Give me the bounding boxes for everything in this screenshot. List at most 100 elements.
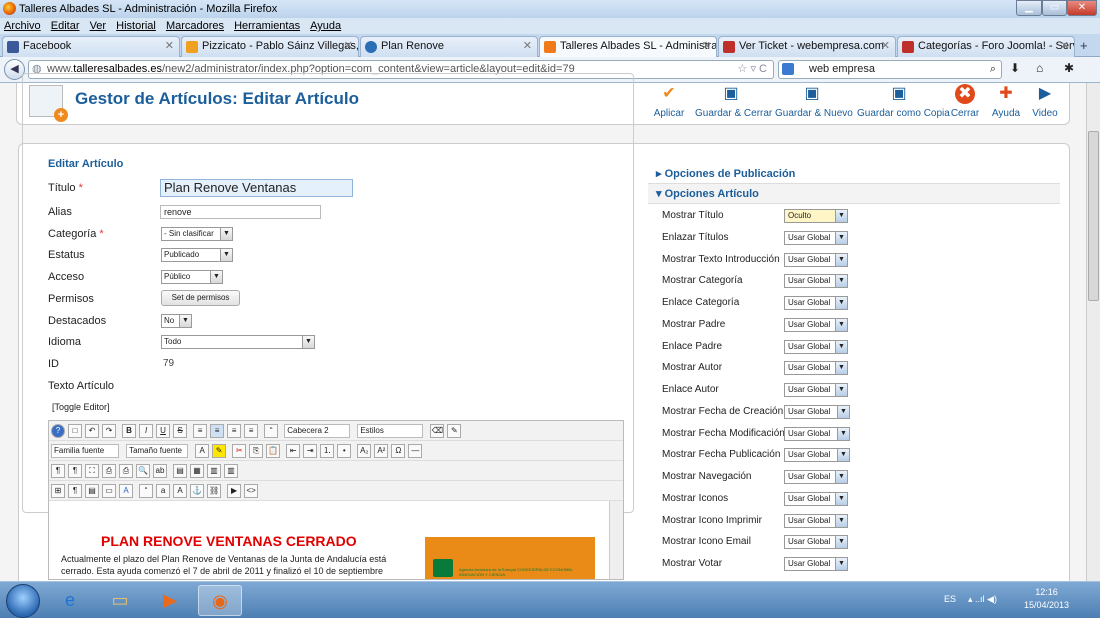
opciones-articulo-header[interactable]: ▾ Opciones Artículo bbox=[648, 184, 1060, 204]
tray-icons[interactable]: ▴ ..ıl ◀) bbox=[968, 594, 997, 605]
search-input[interactable]: web empresa ⌕ bbox=[778, 60, 1002, 79]
paragraph-icon[interactable]: ¶ bbox=[51, 464, 65, 478]
aplicar-button[interactable]: ✔ Aplicar bbox=[649, 83, 689, 123]
option-select[interactable]: Usar Global ▼ bbox=[784, 514, 848, 528]
redo-icon[interactable]: ↷ bbox=[102, 424, 116, 438]
download-icon[interactable]: ⬇ bbox=[1010, 61, 1020, 75]
format-select[interactable]: Cabecera 2 bbox=[284, 424, 351, 438]
folder-taskbar-icon[interactable]: ▭ bbox=[98, 585, 142, 616]
undo-icon[interactable]: ↶ bbox=[85, 424, 99, 438]
code-icon[interactable]: <> bbox=[244, 484, 259, 498]
special-char-icon[interactable]: Ω bbox=[391, 444, 406, 458]
opciones-publicacion-header[interactable]: ▸ Opciones de Publicación bbox=[648, 164, 1060, 184]
font-family-select[interactable]: Familia fuente bbox=[51, 444, 119, 458]
print-icon[interactable]: ⎙ bbox=[119, 464, 133, 478]
menu-ver[interactable]: Ver bbox=[90, 20, 107, 32]
option-select[interactable]: Usar Global ▼ bbox=[784, 340, 848, 354]
subscript-icon[interactable]: A₂ bbox=[357, 444, 372, 458]
tab-pizzicato[interactable]: Pizzicato - Pablo Sáinz Villegas, ... ✕ bbox=[181, 36, 359, 57]
superscript-icon[interactable]: A² bbox=[374, 444, 389, 458]
new-doc-icon[interactable]: □ bbox=[68, 424, 82, 438]
menu-editar[interactable]: Editar bbox=[51, 20, 80, 32]
tab-facebook[interactable]: Facebook ✕ bbox=[2, 36, 180, 57]
close-tab-icon[interactable]: ✕ bbox=[1060, 37, 1069, 56]
firefox-taskbar-icon[interactable]: ◉ bbox=[198, 585, 242, 616]
reload-icon[interactable]: ☆ ▿ C bbox=[738, 61, 767, 78]
permisos-button[interactable]: Set de permisos bbox=[161, 290, 240, 306]
template-icon[interactable]: ▤ bbox=[85, 484, 99, 498]
search-icon[interactable]: ⌕ bbox=[990, 61, 996, 78]
acronym-icon[interactable]: A bbox=[173, 484, 188, 498]
option-select[interactable]: Usar Global ▼ bbox=[784, 361, 848, 375]
option-select[interactable]: Usar Global ▼ bbox=[784, 427, 850, 441]
editor-scrollbar[interactable] bbox=[609, 501, 623, 579]
fullscreen-icon[interactable]: ⛶ bbox=[85, 464, 99, 478]
paste-icon[interactable]: 📋 bbox=[266, 444, 281, 458]
option-select[interactable]: Usar Global ▼ bbox=[784, 448, 850, 462]
copy-icon[interactable]: ⎘ bbox=[249, 444, 264, 458]
table-icon[interactable]: ▦ bbox=[190, 464, 205, 478]
eraser-icon[interactable]: ⌫ bbox=[430, 424, 445, 438]
text-color-icon[interactable]: A bbox=[195, 444, 210, 458]
hr-icon[interactable]: — bbox=[408, 444, 423, 458]
underline-icon[interactable]: U bbox=[156, 424, 171, 438]
numbered-list-icon[interactable]: ⒈ bbox=[320, 444, 335, 458]
rtl-icon[interactable]: ¶ bbox=[68, 464, 82, 478]
bullet-list-icon[interactable]: • bbox=[337, 444, 352, 458]
estatus-select[interactable]: Publicado ▼ bbox=[161, 248, 233, 262]
cerrar-button[interactable]: ✖ Cerrar bbox=[947, 83, 983, 123]
option-select[interactable]: Usar Global ▼ bbox=[784, 231, 848, 245]
layer-icon[interactable]: ▭ bbox=[102, 484, 116, 498]
idioma-select[interactable]: Todo ▼ bbox=[161, 335, 315, 349]
option-select[interactable]: Usar Global ▼ bbox=[784, 535, 848, 549]
tab-talleres-albades[interactable]: Talleres Albades SL - Administra... ✕ bbox=[539, 36, 717, 57]
option-select[interactable]: Usar Global ▼ bbox=[784, 318, 848, 332]
option-select[interactable]: Usar Global ▼ bbox=[784, 405, 850, 419]
menu-ayuda[interactable]: Ayuda bbox=[310, 20, 341, 32]
preview-icon[interactable]: ⎙ bbox=[102, 464, 116, 478]
addon-icon[interactable]: ✱ bbox=[1064, 61, 1074, 75]
editor-content[interactable]: PLAN RENOVE VENTANAS CERRADO Actualmente… bbox=[49, 501, 609, 579]
menu-marcadores[interactable]: Marcadores bbox=[166, 20, 224, 32]
video-button[interactable]: ▶ Video bbox=[1027, 83, 1063, 123]
tab-ver-ticket[interactable]: Ver Ticket - webempresa.com ✕ bbox=[718, 36, 896, 57]
guardar-cerrar-button[interactable]: ▣ Guardar & Cerrar bbox=[695, 83, 772, 123]
option-select[interactable]: Usar Global ▼ bbox=[784, 274, 848, 288]
indent-icon[interactable]: ⇥ bbox=[303, 444, 318, 458]
menu-historial[interactable]: Historial bbox=[116, 20, 156, 32]
option-select[interactable]: Usar Global ▼ bbox=[784, 557, 848, 571]
column-icon[interactable]: ▥ bbox=[224, 464, 239, 478]
option-select[interactable]: Usar Global ▼ bbox=[784, 383, 848, 397]
ayuda-button[interactable]: ✚ Ayuda bbox=[989, 83, 1023, 123]
guardar-copia-button[interactable]: ▣ Guardar como Copia bbox=[857, 83, 950, 123]
scroll-thumb[interactable] bbox=[1088, 131, 1099, 301]
option-select[interactable]: Oculto ▼ bbox=[784, 209, 848, 223]
option-select[interactable]: Usar Global ▼ bbox=[784, 492, 848, 506]
abbr-icon[interactable]: a bbox=[156, 484, 171, 498]
language-indicator[interactable]: ES bbox=[944, 594, 956, 604]
image-icon[interactable]: ▤ bbox=[173, 464, 188, 478]
close-tab-icon[interactable]: ✕ bbox=[344, 37, 353, 56]
styles-select[interactable]: Estilos bbox=[357, 424, 424, 438]
tab-plan-renove[interactable]: Plan Renove ✕ bbox=[360, 36, 538, 57]
spellcheck-icon[interactable]: A bbox=[119, 484, 133, 498]
italic-icon[interactable]: I bbox=[139, 424, 154, 438]
link-icon[interactable]: ⛓ bbox=[207, 484, 222, 498]
toggle-editor-link[interactable]: [Toggle Editor] bbox=[52, 402, 110, 412]
close-window-button[interactable]: ✕ bbox=[1067, 0, 1097, 16]
option-select[interactable]: Usar Global ▼ bbox=[784, 296, 848, 310]
new-tab-button[interactable]: + bbox=[1080, 38, 1088, 53]
align-right-icon[interactable]: ≡ bbox=[227, 424, 242, 438]
alias-input[interactable]: renove bbox=[160, 205, 321, 219]
ie-taskbar-icon[interactable]: e bbox=[48, 585, 92, 616]
show-blocks-icon[interactable]: ¶ bbox=[68, 484, 82, 498]
menu-herramientas[interactable]: Herramientas bbox=[234, 20, 300, 32]
align-center-icon[interactable]: ≡ bbox=[210, 424, 225, 438]
close-tab-icon[interactable]: ✕ bbox=[165, 37, 174, 56]
acceso-select[interactable]: Público ▼ bbox=[161, 270, 223, 284]
minimize-button[interactable]: ▁ bbox=[1016, 0, 1042, 16]
highlight-icon[interactable]: ✎ bbox=[212, 444, 227, 458]
tab-foro-joomla[interactable]: Categorías - Foro Joomla! - Servi... ✕ bbox=[897, 36, 1075, 57]
anchor-icon[interactable]: ⚓ bbox=[190, 484, 205, 498]
justify-icon[interactable]: ≡ bbox=[244, 424, 259, 438]
